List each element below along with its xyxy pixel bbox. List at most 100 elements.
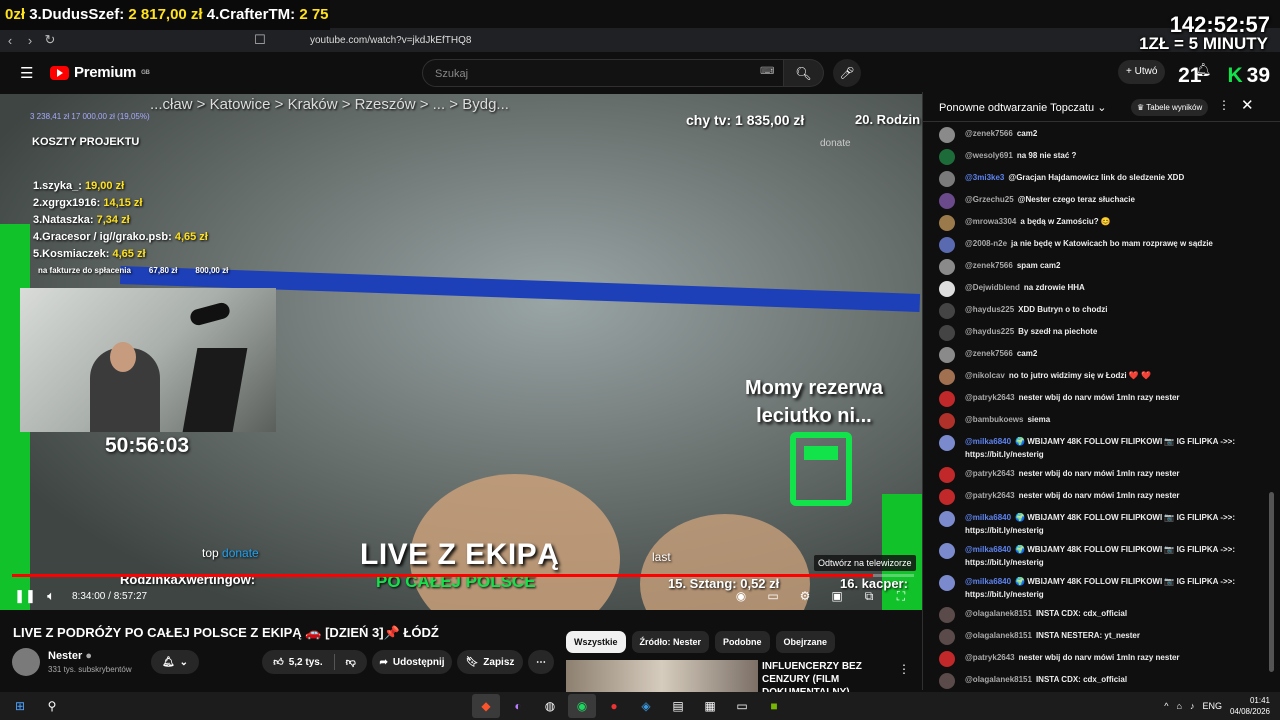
miniplayer-icon[interactable]: ▣: [824, 589, 850, 604]
video-player[interactable]: 3 238,41 zł 17 000,00 zł (19,05%) ...cła…: [0, 94, 922, 610]
avatar[interactable]: [939, 193, 955, 209]
kebab-menu-icon[interactable]: ⋮: [898, 662, 910, 676]
avatar[interactable]: [939, 391, 955, 407]
avatar[interactable]: [939, 215, 955, 231]
chat-author[interactable]: @olagalanek8151: [965, 609, 1032, 618]
discord-icon[interactable]: ◐: [504, 694, 532, 718]
network-icon[interactable]: ⌂: [1177, 701, 1182, 711]
avatar[interactable]: [939, 651, 955, 667]
chat-author[interactable]: @Dejwidblend: [965, 283, 1020, 292]
chat-author[interactable]: @haydus225: [965, 327, 1014, 336]
avatar[interactable]: [939, 673, 955, 689]
kebab-menu-icon[interactable]: ⋮: [1218, 98, 1230, 112]
chat-mode-dropdown[interactable]: Ponowne odtwarzanie Topczatu ⌄: [939, 102, 1106, 114]
mic-icon[interactable]: 🎤︎: [833, 59, 861, 87]
vscode-icon[interactable]: ◈: [632, 694, 660, 718]
avatar[interactable]: [939, 413, 955, 429]
chat-author[interactable]: @milka6840: [965, 545, 1011, 554]
avatar[interactable]: [12, 648, 40, 676]
chat-author[interactable]: @nikolcav: [965, 371, 1005, 380]
spotify-icon[interactable]: ◉: [568, 694, 596, 718]
avatar[interactable]: [939, 629, 955, 645]
brave-icon[interactable]: ◆: [472, 694, 500, 718]
avatar[interactable]: [939, 259, 955, 275]
windows-start-icon[interactable]: ⊞: [6, 694, 34, 718]
chat-message-list[interactable]: @zenek7566 cam2 @wesoly691 na 98 nie stać ?…: [923, 124, 1269, 690]
chat-author[interactable]: @patryk2643: [965, 491, 1015, 500]
cast-icon[interactable]: ⧉: [856, 589, 882, 604]
terminal-icon[interactable]: ▭: [728, 694, 756, 718]
related-video-thumbnail[interactable]: [566, 660, 758, 694]
search-icon[interactable]: ⚲: [38, 694, 66, 718]
chat-author[interactable]: @patryk2643: [965, 469, 1015, 478]
avatar[interactable]: [939, 281, 955, 297]
avatar[interactable]: [939, 237, 955, 253]
avatar[interactable]: [939, 543, 955, 559]
share-button[interactable]: ➦ Udostępnij: [372, 650, 452, 674]
nvidia-icon[interactable]: ■: [760, 694, 788, 718]
create-button[interactable]: + Utwó: [1118, 60, 1166, 84]
keyboard-icon[interactable]: ⌨: [760, 66, 774, 77]
scrollbar[interactable]: [1269, 492, 1274, 672]
chat-author[interactable]: @wesoly691: [965, 151, 1013, 160]
bookmark-icon[interactable]: ☐: [250, 32, 270, 48]
avatar[interactable]: [939, 171, 955, 187]
chat-author[interactable]: @milka6840: [965, 513, 1011, 522]
reload-icon[interactable]: ↻: [40, 32, 60, 48]
steam-icon[interactable]: ◍: [536, 694, 564, 718]
files-icon[interactable]: ▤: [664, 694, 692, 718]
volume-icon[interactable]: ♪: [1190, 701, 1195, 711]
avatar[interactable]: [939, 127, 955, 143]
chat-author[interactable]: @milka6840: [965, 577, 1011, 586]
search-input[interactable]: Szukaj: [422, 59, 784, 87]
chat-author[interactable]: @zenek7566: [965, 129, 1013, 138]
autoplay-toggle-icon[interactable]: ◉: [728, 589, 754, 604]
progress-bar[interactable]: [12, 574, 914, 577]
chevron-up-icon[interactable]: ^: [1164, 701, 1168, 711]
save-button[interactable]: 🔖︎ Zapisz: [457, 650, 523, 674]
channel-name[interactable]: Nester ●: [48, 650, 92, 662]
leaderboard-button[interactable]: ♛ Tabele wyników: [1131, 99, 1209, 116]
app-icon[interactable]: ●: [600, 694, 628, 718]
avatar[interactable]: [939, 435, 955, 451]
language-indicator[interactable]: ENG: [1202, 701, 1222, 711]
avatar[interactable]: [939, 607, 955, 623]
avatar[interactable]: [939, 149, 955, 165]
chip-all[interactable]: Wszystkie: [566, 631, 626, 653]
address-bar[interactable]: youtube.com/watch?v=jkdJkEfTHQ8: [310, 35, 471, 46]
chat-author[interactable]: @olagalanek8151: [965, 631, 1032, 640]
fullscreen-icon[interactable]: ⛶: [888, 589, 914, 604]
chat-author[interactable]: @patryk2643: [965, 393, 1015, 402]
chat-author[interactable]: @zenek7566: [965, 261, 1013, 270]
thumbs-down-icon[interactable]: 👎︎: [346, 656, 356, 668]
chat-author[interactable]: @milka6840: [965, 437, 1011, 446]
chat-author[interactable]: @2008-n2e: [965, 239, 1007, 248]
chat-author[interactable]: @patryk2643: [965, 653, 1015, 662]
avatar[interactable]: [939, 347, 955, 363]
subscribed-bell-button[interactable]: 🔔︎ ⌄: [151, 650, 199, 674]
volume-icon[interactable]: 🔈︎: [38, 588, 64, 604]
chat-author[interactable]: @haydus225: [965, 305, 1014, 314]
avatar[interactable]: [939, 575, 955, 591]
more-actions-button[interactable]: ⋯: [528, 650, 554, 674]
taskbar-clock[interactable]: 01:41 04/08/2026: [1230, 695, 1270, 717]
chip-watched[interactable]: Obejrzane: [775, 631, 836, 653]
forward-icon[interactable]: ›: [20, 33, 40, 48]
avatar[interactable]: [939, 325, 955, 341]
remote-icon[interactable]: ▦: [696, 694, 724, 718]
chat-author[interactable]: @mrowa3304: [965, 217, 1016, 226]
chip-source[interactable]: Źródło: Nester: [631, 631, 710, 653]
avatar[interactable]: [939, 511, 955, 527]
chat-author[interactable]: @zenek7566: [965, 349, 1013, 358]
avatar[interactable]: [939, 303, 955, 319]
pause-icon[interactable]: ❚❚: [12, 588, 38, 604]
avatar[interactable]: [939, 489, 955, 505]
youtube-logo[interactable]: Premium GB: [50, 64, 150, 81]
chip-similar[interactable]: Podobne: [715, 631, 770, 653]
like-button[interactable]: 👍︎ 5,2 tys. 👎︎: [262, 650, 367, 674]
settings-icon[interactable]: ⚙: [792, 589, 818, 604]
back-icon[interactable]: ‹: [0, 33, 20, 48]
subtitles-icon[interactable]: ▭: [760, 589, 786, 604]
search-button[interactable]: 🔍︎: [784, 59, 824, 87]
chat-author[interactable]: @Grzechu25: [965, 195, 1014, 204]
